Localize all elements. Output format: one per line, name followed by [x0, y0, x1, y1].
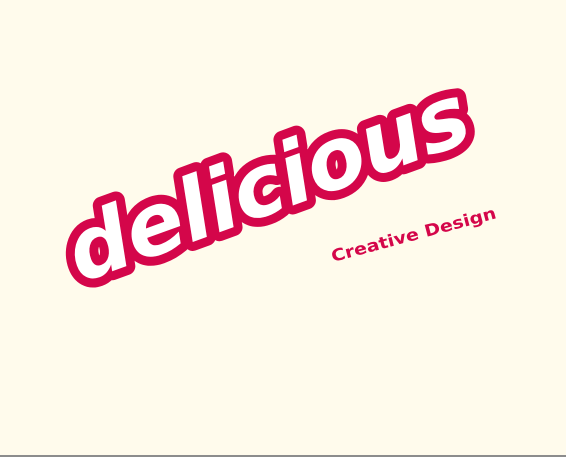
artboard: delicious delicious Creative Design — [0, 0, 566, 455]
delicious-logo: delicious delicious Creative Design — [44, 56, 498, 312]
logo-wordmark-outline: delicious — [53, 65, 482, 303]
logo-tagline: Creative Design — [329, 204, 498, 266]
logo-wordmark: delicious — [53, 65, 482, 303]
